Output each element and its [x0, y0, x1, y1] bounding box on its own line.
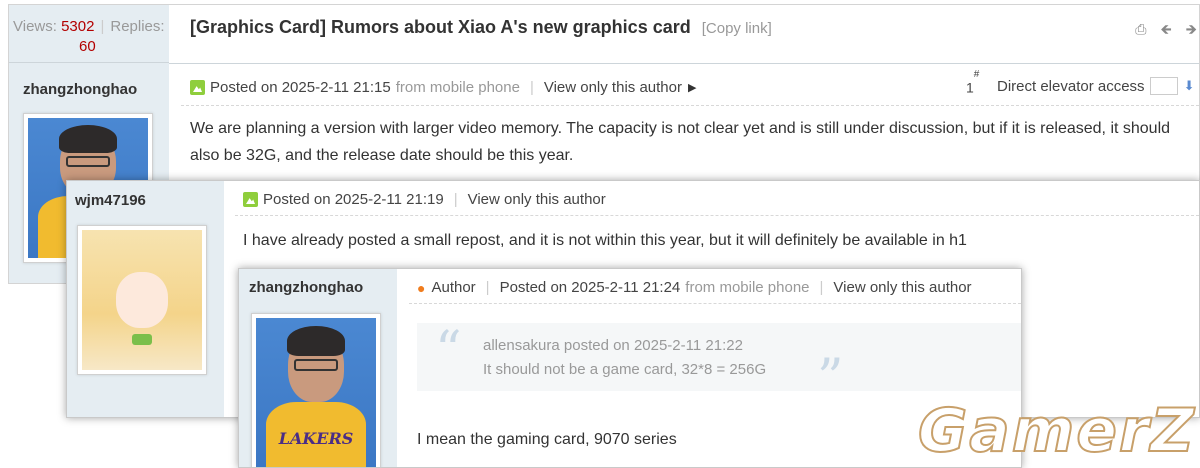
- post-icon: [190, 80, 205, 95]
- post-content: We are planning a version with larger vi…: [190, 115, 1199, 169]
- thread-title: [Graphics Card] Rumors about Xiao A's ne…: [190, 17, 772, 38]
- post-time: Posted on 2025-2-11 21:24: [499, 279, 681, 296]
- avatar[interactable]: LAKERS: [251, 313, 381, 467]
- avatar-image: LAKERS: [256, 318, 376, 467]
- elevator-input[interactable]: [1149, 77, 1178, 95]
- thread-stats: Views: 5302 | Replies: 60: [9, 5, 169, 63]
- post-time: Posted on 2025-2-11 21:15: [210, 79, 391, 96]
- post-content: I have already posted a small repost, an…: [243, 232, 967, 249]
- post-time: Posted on 2025-2-11 21:19: [263, 191, 444, 208]
- caret-right-icon[interactable]: ▶: [688, 81, 696, 94]
- floor-mark: #: [973, 69, 980, 80]
- view-only-author-link[interactable]: View only this author: [833, 279, 971, 296]
- post-icon: [243, 192, 258, 207]
- post-source: from mobile phone: [395, 79, 520, 96]
- open-quote-icon: “: [435, 321, 462, 381]
- thread-tools: ⎙ 🡸 🡺: [1125, 19, 1197, 43]
- avatar[interactable]: [77, 225, 207, 375]
- post-line: also be 32G, and the release date should…: [190, 147, 574, 164]
- post-meta: Posted on 2025-2-11 21:19 | View only th…: [243, 191, 606, 208]
- divider: |: [819, 279, 824, 296]
- post-line: We are planning a version with larger vi…: [190, 120, 1171, 137]
- divider: [235, 215, 1199, 216]
- divider: |: [453, 191, 458, 208]
- post-card-3: zhangzhonghao LAKERS ● Author | Posted o…: [238, 268, 1022, 468]
- divider: |: [100, 18, 105, 35]
- prev-icon[interactable]: 🡸: [1160, 21, 1171, 37]
- avatar-image: [82, 230, 202, 370]
- post-username[interactable]: zhangzhonghao: [23, 81, 137, 98]
- views-label: Views:: [13, 18, 57, 35]
- elevator-label: Direct elevator access: [997, 77, 1145, 95]
- divider: |: [485, 279, 490, 296]
- thread-title-text: [Graphics Card] Rumors about Xiao A's ne…: [190, 17, 691, 37]
- post-username[interactable]: wjm47196: [75, 192, 146, 209]
- quote-text: It should not be a game card, 32*8 = 256…: [483, 361, 767, 378]
- replies-count: 60: [79, 38, 96, 55]
- divider: [409, 303, 1021, 304]
- watermark-logo: GamerZ: [917, 395, 1196, 467]
- elevator: Direct elevator access ⬇: [997, 77, 1194, 95]
- print-icon[interactable]: ⎙: [1135, 21, 1146, 37]
- view-only-author-link[interactable]: View only this author: [544, 79, 682, 96]
- post-content: I mean the gaming card, 9070 series: [417, 431, 677, 448]
- go-arrow-icon[interactable]: ⬇: [1184, 78, 1195, 94]
- divider: |: [529, 79, 534, 96]
- post-meta: Posted on 2025-2-11 21:15 from mobile ph…: [190, 79, 696, 96]
- user-icon: ●: [417, 279, 426, 296]
- author-badge: Author: [431, 279, 476, 296]
- post-username[interactable]: zhangzhonghao: [249, 279, 363, 296]
- quote-author-line: allensakura posted on 2025-2-11 21:22: [483, 337, 743, 354]
- post-meta: ● Author | Posted on 2025-2-11 21:24 fro…: [417, 279, 972, 296]
- jersey-text: LAKERS: [278, 429, 354, 448]
- post-source: from mobile phone: [685, 279, 810, 296]
- views-count: 5302: [61, 18, 95, 35]
- floor-number: 1#: [966, 69, 980, 96]
- close-quote-icon: ”: [817, 349, 844, 409]
- divider: [181, 105, 1199, 106]
- next-icon[interactable]: 🡺: [1186, 21, 1197, 37]
- quote-block: “ allensakura posted on 2025-2-11 21:22 …: [417, 321, 1021, 405]
- divider: [169, 63, 1199, 64]
- copy-link[interactable]: [Copy link]: [702, 20, 772, 37]
- replies-label: Replies:: [110, 18, 165, 35]
- view-only-author-link[interactable]: View only this author: [468, 191, 606, 208]
